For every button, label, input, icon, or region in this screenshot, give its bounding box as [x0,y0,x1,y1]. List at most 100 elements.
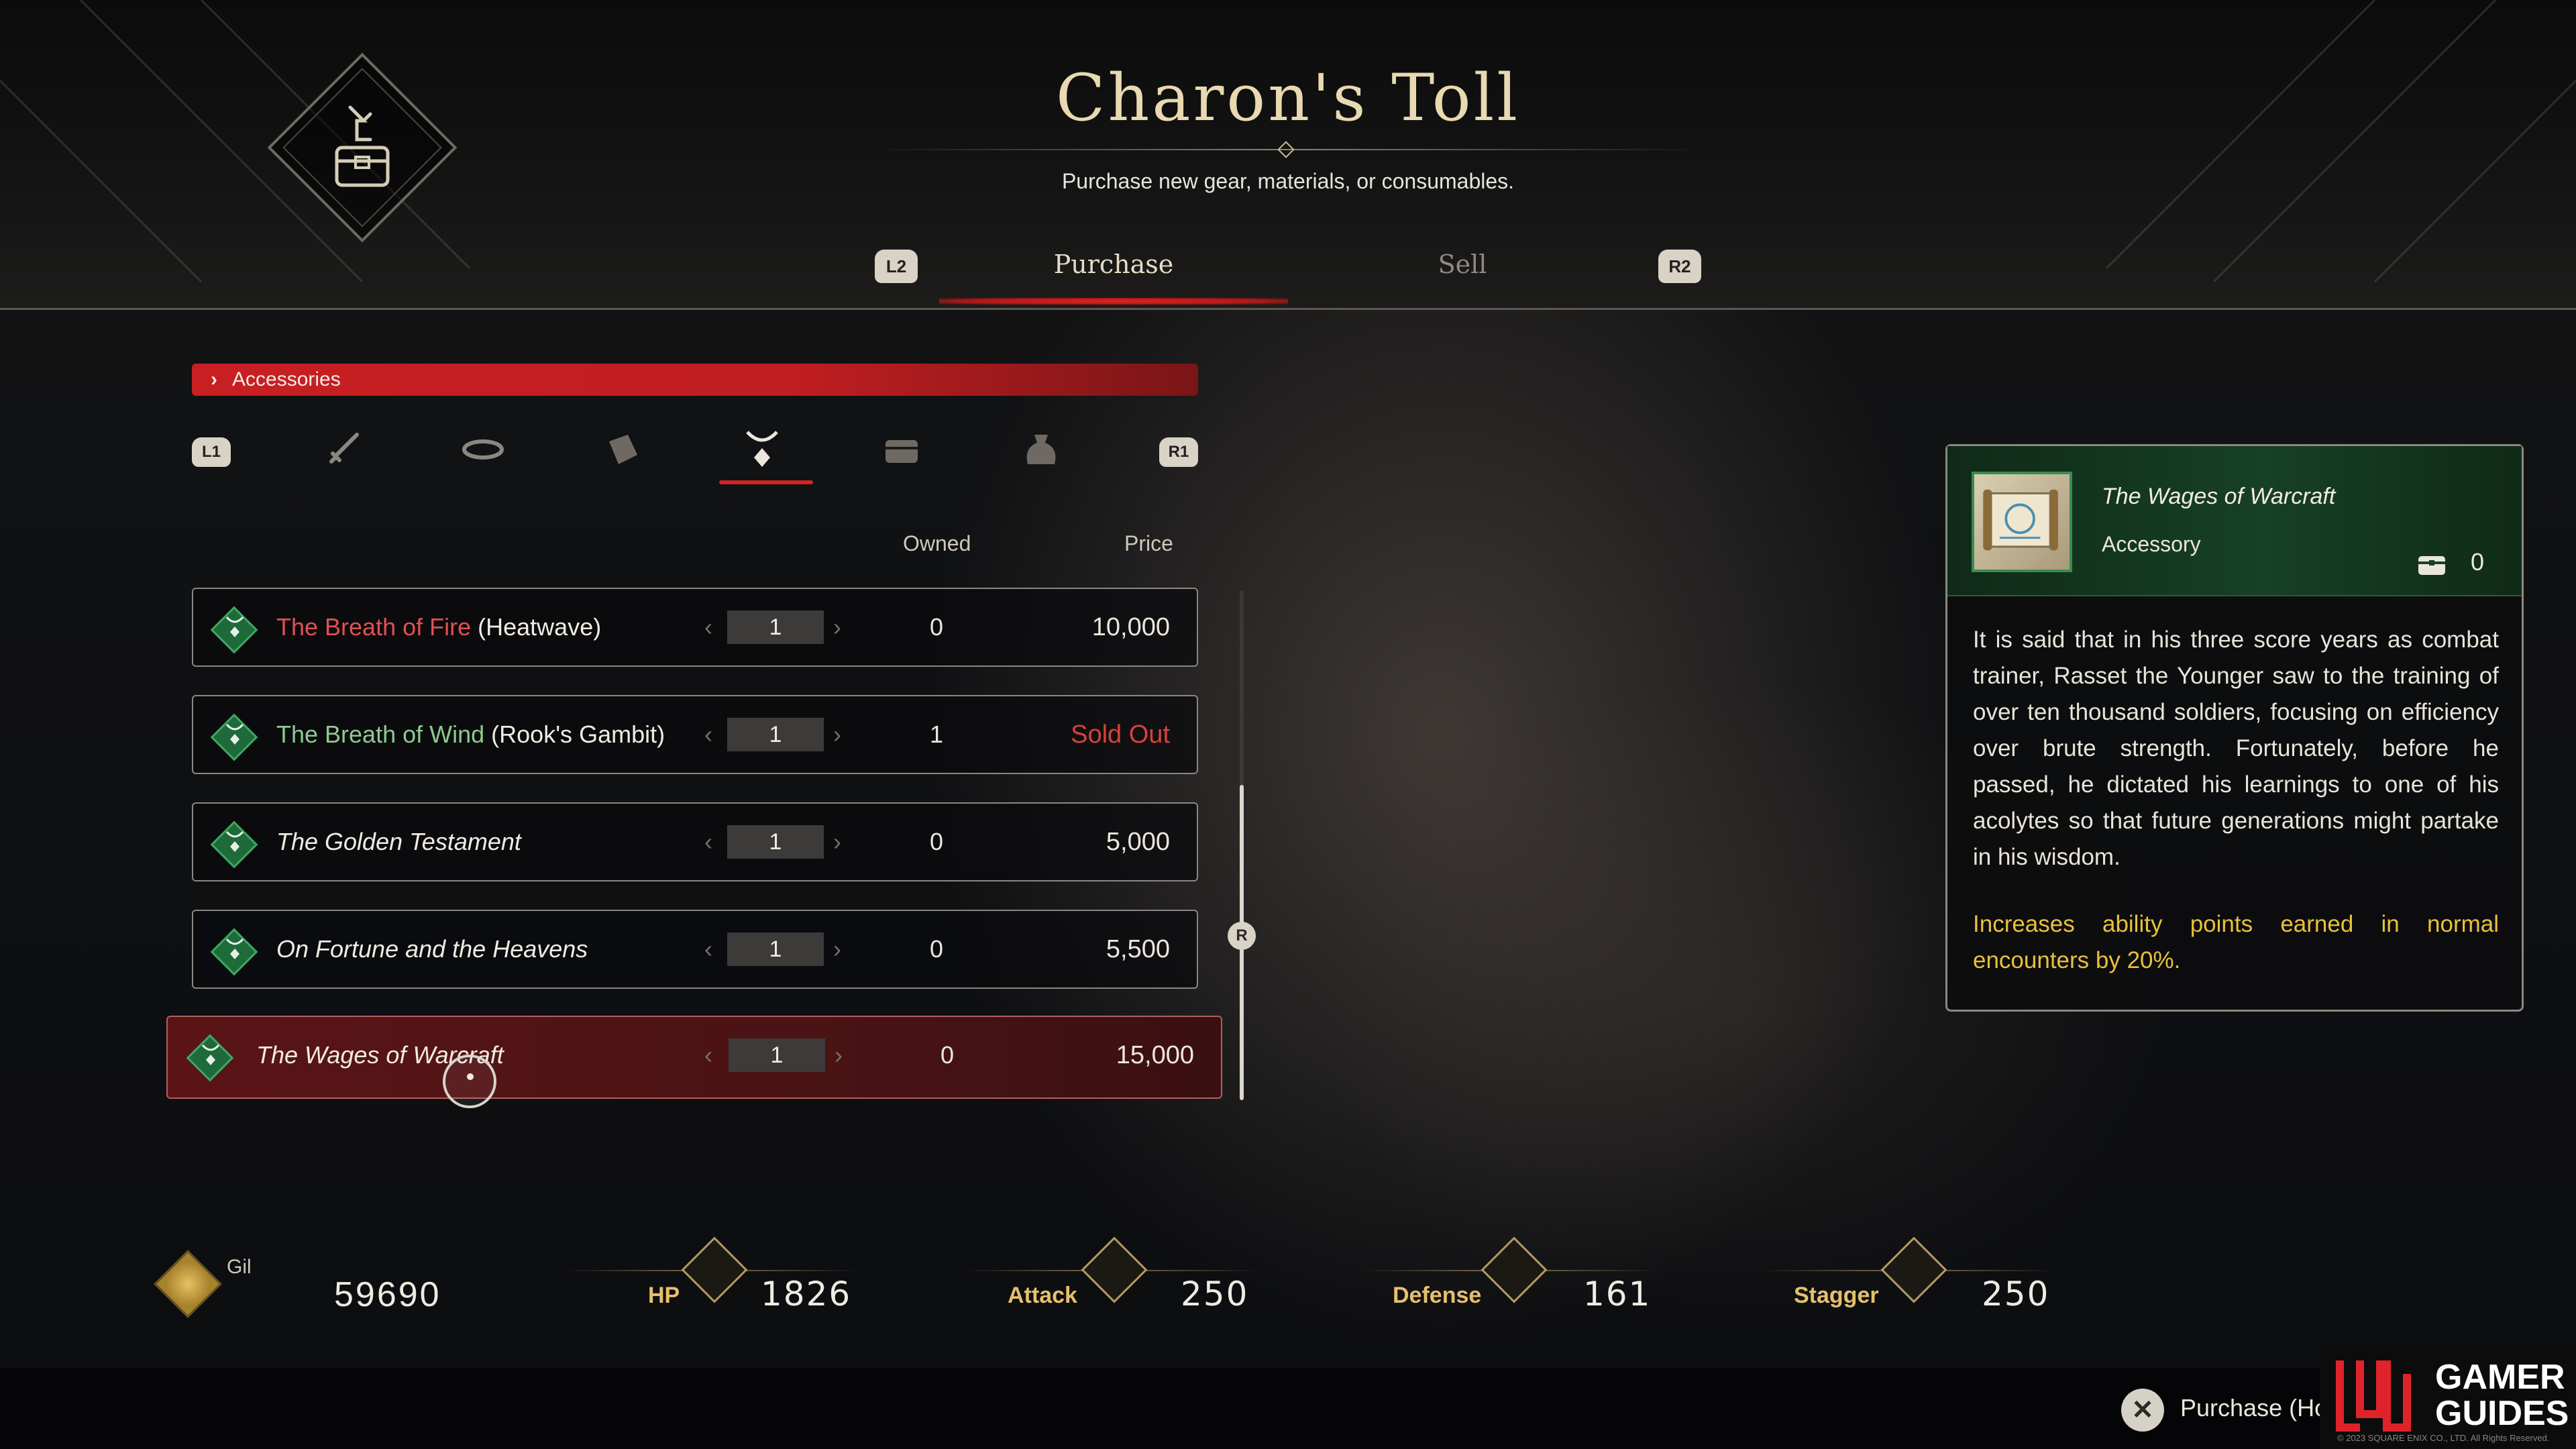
item-price: 10,000 [1091,613,1170,641]
category-weapon[interactable] [310,423,377,476]
qty-decrease-icon[interactable]: ‹ [704,828,712,856]
tab-purchase[interactable]: Purchase [939,250,1288,279]
tab-sell[interactable]: Sell [1288,250,1637,279]
item-row-golden-testament[interactable]: The Golden Testament ‹ 1 › 0 5,000 [192,802,1198,881]
quantity-field[interactable]: 1 [727,825,824,859]
hp-label: HP [648,1283,680,1308]
detail-description: It is said that in his three score years… [1973,627,2499,870]
detail-owned-count: 0 [2471,548,2485,576]
category-bracer[interactable] [589,423,656,476]
r2-button[interactable]: R2 [1658,250,1701,283]
belt-icon [462,439,504,460]
chest-icon [885,440,918,463]
stagger-label: Stagger [1794,1283,1879,1308]
amulet-icon [746,431,778,467]
defense-value: 161 [1583,1275,1652,1313]
item-detail-panel: The Wages of Warcraft Accessory 0 It is … [1945,444,2524,1012]
category-banner: › Accessories [192,364,1198,396]
watermark-line-1: GAMER [2435,1358,2565,1397]
category-chest[interactable] [868,423,935,476]
sword-icon [329,433,359,464]
item-name: On Fortune and the Heavens [276,935,588,963]
gil-amount: 59690 [334,1275,441,1314]
item-row-wages-of-warcraft[interactable]: The Wages of Warcraft ‹ 1 › 0 15,000 [166,1016,1222,1099]
item-name: The Breath of Fire (Heatwave) [276,613,601,641]
item-price: 15,000 [1116,1041,1194,1069]
detail-item-type: Accessory [2102,532,2201,556]
item-thumbnail [1972,472,2072,572]
gamer-guides-logo-icon [2336,1360,2411,1432]
qty-increase-icon[interactable]: › [833,720,841,749]
heart-icon [681,1236,748,1303]
item-owned-count: 0 [940,1041,955,1069]
pointer-cursor [443,1055,496,1108]
active-tab-indicator [939,298,1288,305]
hp-value: 1826 [761,1275,852,1313]
item-row-breath-of-wind[interactable]: The Breath of Wind (Rook's Gambit) ‹ 1 ›… [192,695,1198,774]
qty-decrease-icon[interactable]: ‹ [704,935,712,963]
item-name-suffix: (Rook's Gambit) [484,720,665,748]
pouch-icon [1026,435,1056,464]
item-name-primary: The Breath of Fire [276,613,472,641]
r-stick-scroll-button[interactable]: R [1228,922,1256,950]
item-name-suffix: (Heatwave) [471,613,602,641]
defense-label: Defense [1393,1283,1482,1308]
page-subtitle: Purchase new gear, materials, or consuma… [1061,169,1515,193]
item-owned-count: 1 [929,720,944,748]
watermark-line-2: GUIDES [2435,1394,2569,1433]
amulet-icon [225,938,244,959]
column-header-price: Price [1124,531,1173,555]
item-name: The Golden Testament [276,828,521,855]
category-materials[interactable] [1008,423,1075,476]
defense-shield-icon [1481,1236,1548,1303]
cross-button-icon[interactable]: ✕ [2121,1389,2164,1432]
quantity-field[interactable]: 1 [727,932,824,966]
inventory-chest-icon [2418,556,2445,575]
qty-decrease-icon[interactable]: ‹ [704,720,712,749]
item-sold-out-label: Sold Out [1071,720,1170,749]
item-name: The Breath of Wind (Rook's Gambit) [276,720,665,749]
qty-increase-icon[interactable]: › [833,613,841,641]
stagger-icon [1880,1236,1947,1303]
category-selector: L1 R1 [192,423,1198,490]
item-price: 5,000 [1106,828,1170,856]
item-row-fortune-and-heavens[interactable]: On Fortune and the Heavens ‹ 1 › 0 5,500 [192,910,1198,989]
item-name-primary: The Breath of Wind [276,720,485,748]
item-owned-count: 0 [929,935,944,963]
header-decoration-right [2105,0,2576,283]
watermark-text: GAMER GUIDES [2435,1359,2569,1432]
category-belt[interactable] [449,423,517,476]
item-price: 5,500 [1106,935,1170,963]
qty-increase-icon[interactable]: › [833,935,841,963]
pointer-cursor-dot [467,1073,474,1080]
attack-sword-icon [1081,1236,1148,1303]
qty-increase-icon[interactable]: › [833,828,841,856]
amulet-icon [225,723,244,745]
column-header-owned: Owned [903,531,971,555]
r1-button[interactable]: R1 [1159,437,1198,467]
attack-value: 250 [1181,1275,1249,1313]
detail-item-name: The Wages of Warcraft [2102,484,2336,509]
bracer-icon [609,435,637,464]
copyright-notice: © 2023 SQUARE ENIX CO., LTD. All Rights … [2337,1433,2550,1443]
qty-increase-icon[interactable]: › [835,1041,843,1069]
quantity-field[interactable]: 1 [727,610,824,644]
item-row-breath-of-fire[interactable]: The Breath of Fire (Heatwave) ‹ 1 › 0 10… [192,588,1198,667]
chevron-right-icon: › [211,368,217,390]
attack-label: Attack [1008,1283,1077,1308]
category-banner-label: Accessories [232,368,341,390]
scroll-icon [1983,489,2058,551]
gil-coin-icon [154,1250,222,1318]
quantity-field[interactable]: 1 [729,1038,825,1072]
l1-button[interactable]: L1 [192,437,231,467]
category-active-indicator [719,480,813,484]
item-owned-count: 0 [929,828,944,855]
item-owned-count: 0 [929,613,944,641]
qty-decrease-icon[interactable]: ‹ [704,613,712,641]
qty-decrease-icon[interactable]: ‹ [704,1041,712,1069]
amulet-icon [201,1044,220,1065]
category-accessory[interactable] [729,423,796,476]
stagger-value: 250 [1982,1275,2050,1313]
quantity-field[interactable]: 1 [727,718,824,751]
l2-button[interactable]: L2 [875,250,918,283]
